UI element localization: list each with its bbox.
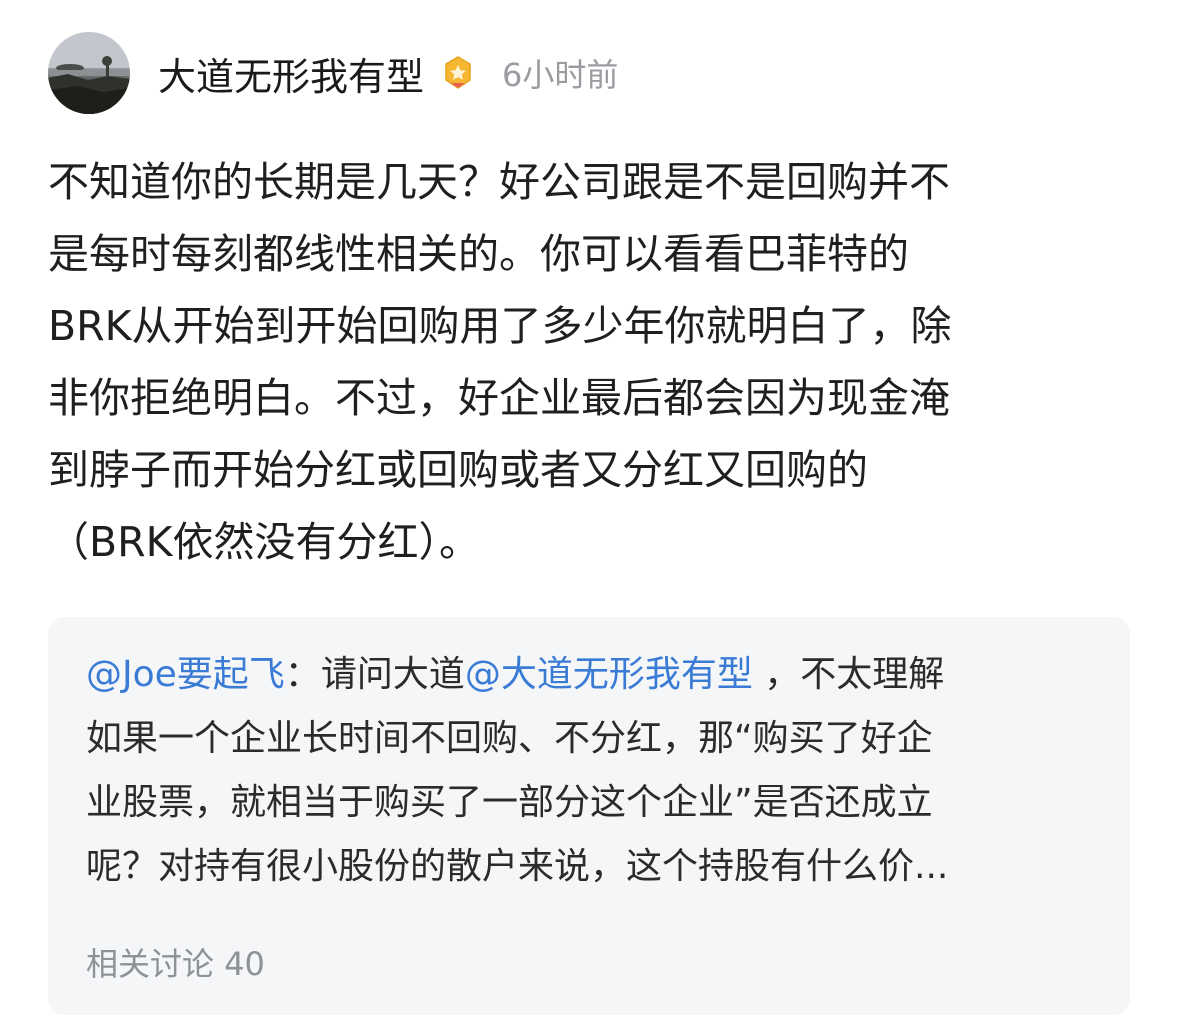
- gold-medal-icon: [440, 55, 476, 91]
- quoted-post-first-line: @Joe要起飞：请问大道@大道无形我有型 ，不太理解: [86, 643, 1096, 707]
- related-discussion-link[interactable]: 相关讨论 40: [86, 939, 265, 985]
- landscape-avatar-icon: [48, 32, 130, 114]
- quoted-text-line: 业股票，就相当于购买了一部分这个企业”是否还成立: [86, 782, 933, 823]
- post-header: 大道无形我有型 6小时前: [48, 32, 618, 114]
- post-text-line: 不知道你的长期是几天？好公司跟是不是回购并不: [48, 158, 950, 206]
- post-text-line: 到脖子而开始分红或回购或者又分红又回购的: [48, 446, 868, 494]
- quoted-text-line: 如果一个企业长时间不回购、不分红，那“购买了好企: [86, 718, 933, 759]
- username[interactable]: 大道无形我有型: [158, 46, 424, 101]
- quoted-post-card[interactable]: @Joe要起飞：请问大道@大道无形我有型 ，不太理解 如果一个企业长时间不回购、…: [48, 617, 1130, 1015]
- post-text-line: 非你拒绝明白。不过，好企业最后都会因为现金淹: [48, 374, 950, 422]
- quoted-text-line: 呢？对持有很小股份的散户来说，这个持股有什么价...: [86, 846, 949, 887]
- inline-user-mention[interactable]: @大道无形我有型: [465, 654, 753, 695]
- quote-line1-prefix: 请问大道: [320, 654, 465, 695]
- post-timestamp: 6小时前: [502, 56, 619, 94]
- post-text-line: （BRK依然没有分红）。: [48, 518, 481, 566]
- quoted-author-mention[interactable]: @Joe要起飞: [86, 654, 285, 695]
- quoted-post-text: @Joe要起飞：请问大道@大道无形我有型 ，不太理解 如果一个企业长时间不回购、…: [86, 643, 1096, 899]
- post-text-line: BRK从开始到开始回购用了多少年你就明白了，除: [48, 302, 952, 350]
- quote-line1-suffix: ，不太理解: [752, 654, 945, 695]
- quote-colon: ：: [284, 654, 321, 695]
- post-content: 不知道你的长期是几天？好公司跟是不是回购并不 是每时每刻都线性相关的。你可以看看…: [48, 146, 1138, 578]
- user-avatar[interactable]: [48, 32, 130, 114]
- post-text-line: 是每时每刻都线性相关的。你可以看看巴菲特的: [48, 230, 909, 278]
